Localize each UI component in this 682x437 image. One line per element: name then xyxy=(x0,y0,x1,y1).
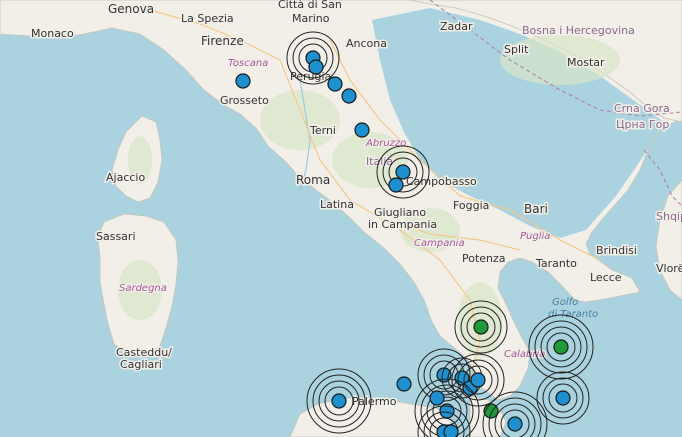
eq-perugia-2-marker[interactable] xyxy=(308,59,324,75)
earthquake-layer xyxy=(235,31,594,437)
eq-perugia-1[interactable] xyxy=(286,31,340,85)
map-view[interactable]: Genova Monaco La Spezia Città di San Mar… xyxy=(0,0,682,437)
eq-ionian-green-marker[interactable] xyxy=(553,339,569,355)
eq-sicily-2[interactable] xyxy=(443,424,459,437)
eq-terni[interactable] xyxy=(354,122,370,138)
eq-messina-2[interactable] xyxy=(429,390,445,406)
eq-tyrrhenian-1[interactable] xyxy=(396,376,412,392)
eq-calabria-green-1-marker[interactable] xyxy=(473,319,489,335)
eq-marche-1-marker[interactable] xyxy=(327,76,343,92)
eq-grosseto-marker[interactable] xyxy=(235,73,251,89)
eq-ionian-2[interactable] xyxy=(536,371,590,425)
eq-perugia-2[interactable] xyxy=(308,59,324,75)
eq-molise-1-marker[interactable] xyxy=(395,164,411,180)
eq-ionian-green[interactable] xyxy=(528,314,594,380)
eq-molise-2[interactable] xyxy=(388,177,404,193)
eq-calabria-green-1[interactable] xyxy=(454,300,508,354)
eq-molise-1[interactable] xyxy=(376,145,430,199)
eq-messina-2-marker[interactable] xyxy=(429,390,445,406)
eq-grosseto[interactable] xyxy=(235,73,251,89)
eq-palermo[interactable] xyxy=(306,368,372,434)
eq-sicily-2-marker[interactable] xyxy=(443,424,459,437)
eq-marche-1[interactable] xyxy=(327,76,343,92)
eq-marche-2[interactable] xyxy=(341,88,357,104)
eq-aeolian-4-marker[interactable] xyxy=(470,372,486,388)
eq-calabria-south-marker[interactable] xyxy=(507,416,523,432)
eq-marche-2-marker[interactable] xyxy=(341,88,357,104)
eq-ionian-2-marker[interactable] xyxy=(555,390,571,406)
eq-palermo-marker[interactable] xyxy=(331,393,347,409)
eq-tyrrhenian-1-marker[interactable] xyxy=(396,376,412,392)
eq-molise-2-marker[interactable] xyxy=(388,177,404,193)
eq-terni-marker[interactable] xyxy=(354,122,370,138)
